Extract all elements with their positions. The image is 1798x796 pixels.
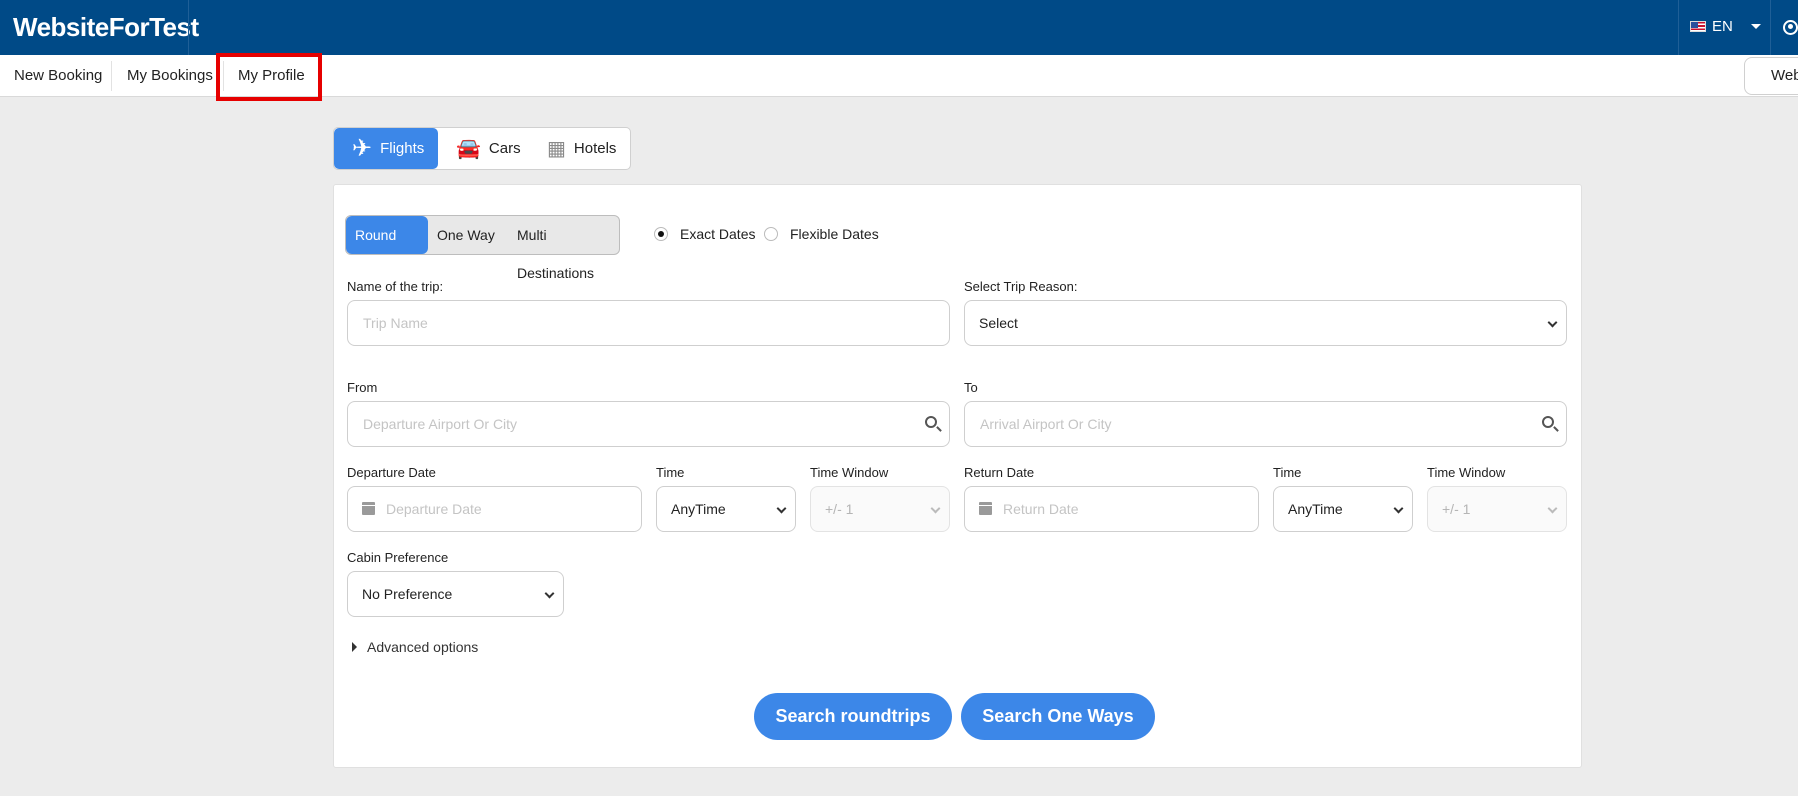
advanced-options-toggle[interactable]: Advanced options	[352, 639, 478, 655]
return-time-select[interactable]: AnyTime	[1273, 486, 1413, 532]
return-window-value: +/- 1	[1442, 501, 1471, 517]
calendar-icon	[979, 502, 992, 515]
departure-time-select[interactable]: AnyTime	[656, 486, 796, 532]
cabin-select[interactable]: No Preference	[347, 571, 564, 617]
user-account-icon[interactable]	[1783, 20, 1798, 35]
departure-date-label: Departure Date	[347, 465, 436, 480]
building-icon: ▦	[547, 137, 566, 160]
chevron-down-icon	[1547, 317, 1558, 328]
chevron-down-icon	[1393, 503, 1404, 514]
to-label: To	[964, 380, 978, 395]
product-tabs: ✈ Flights 🚘 Cars ▦ Hotels	[333, 127, 631, 170]
search-one-ways-button[interactable]: Search One Ways	[961, 693, 1155, 740]
departure-window-label: Time Window	[810, 465, 889, 480]
trip-type-group: Round Trip One Way Multi Destinations	[345, 215, 620, 281]
chevron-down-icon	[776, 503, 787, 514]
trip-name-placeholder: Trip Name	[363, 315, 428, 331]
trip-name-input[interactable]: Trip Name	[347, 300, 950, 346]
flexible-dates-radio[interactable]	[764, 227, 778, 241]
departure-time-label: Time	[656, 465, 685, 480]
divider	[1678, 0, 1679, 55]
calendar-icon	[362, 502, 375, 515]
exact-dates-radio[interactable]	[654, 227, 668, 241]
flexible-dates-label: Flexible Dates	[790, 226, 879, 242]
chevron-down-icon	[930, 503, 941, 514]
chevron-down-icon	[544, 588, 555, 599]
advanced-options-label: Advanced options	[367, 639, 479, 655]
tab-hotels-label: Hotels	[573, 140, 617, 157]
from-input[interactable]: Departure Airport Or City	[347, 401, 950, 447]
tab-flights[interactable]: ✈ Flights	[334, 128, 438, 169]
web-pill-button[interactable]: Web	[1744, 57, 1798, 95]
tab-cars[interactable]: 🚘 Cars	[456, 128, 521, 169]
departure-window-select[interactable]: +/- 1	[810, 486, 950, 532]
to-input[interactable]: Arrival Airport Or City	[964, 401, 1567, 447]
to-placeholder: Arrival Airport Or City	[980, 416, 1112, 432]
search-roundtrips-button[interactable]: Search roundtrips	[754, 693, 952, 740]
trip-one-way[interactable]: One Way	[428, 216, 504, 254]
trip-name-label: Name of the trip:	[347, 279, 444, 294]
airplane-icon: ✈	[352, 134, 373, 162]
cabin-label: Cabin Preference	[347, 550, 449, 565]
divider	[188, 0, 189, 55]
brand-logo[interactable]: WebsiteForTest	[13, 12, 199, 43]
from-placeholder: Departure Airport Or City	[363, 416, 518, 432]
return-time-value: AnyTime	[1288, 501, 1343, 517]
from-label: From	[347, 380, 378, 395]
cabin-value: No Preference	[362, 586, 453, 602]
return-window-label: Time Window	[1427, 465, 1506, 480]
return-window-select[interactable]: +/- 1	[1427, 486, 1567, 532]
divider	[111, 61, 112, 91]
tab-hotels[interactable]: ▦ Hotels	[547, 128, 616, 169]
tab-flights-label: Flights	[380, 140, 425, 157]
return-time-label: Time	[1273, 465, 1302, 480]
language-selector[interactable]: EN	[1690, 18, 1761, 35]
caret-down-icon	[1750, 24, 1761, 29]
trip-reason-select[interactable]: Select	[964, 300, 1567, 346]
return-date-label: Return Date	[964, 465, 1035, 480]
trip-reason-value: Select	[979, 315, 1018, 331]
exact-dates-label: Exact Dates	[680, 226, 756, 242]
divider	[1770, 0, 1771, 55]
return-date-placeholder: Return Date	[1003, 501, 1079, 517]
departure-date-input[interactable]: Departure Date	[347, 486, 642, 532]
search-icon	[925, 416, 937, 428]
nav-new-booking[interactable]: New Booking	[0, 55, 116, 96]
departure-window-value: +/- 1	[825, 501, 854, 517]
departure-date-placeholder: Departure Date	[386, 501, 482, 517]
chevron-down-icon	[1547, 503, 1558, 514]
trip-reason-label: Select Trip Reason:	[964, 279, 1078, 294]
language-label: EN	[1712, 18, 1733, 35]
tab-cars-label: Cars	[488, 140, 521, 157]
car-icon: 🚘	[456, 137, 481, 160]
return-date-input[interactable]: Return Date	[964, 486, 1259, 532]
us-flag-icon	[1690, 21, 1706, 32]
departure-time-value: AnyTime	[671, 501, 726, 517]
highlight-box	[216, 53, 322, 101]
trip-multi-destinations[interactable]: Multi Destinations	[508, 216, 619, 281]
search-icon	[1542, 416, 1554, 428]
caret-right-icon	[352, 642, 357, 652]
top-header: WebsiteForTest EN	[0, 0, 1798, 55]
nav-my-bookings[interactable]: My Bookings	[113, 55, 227, 96]
trip-round-trip[interactable]: Round Trip	[346, 216, 428, 281]
